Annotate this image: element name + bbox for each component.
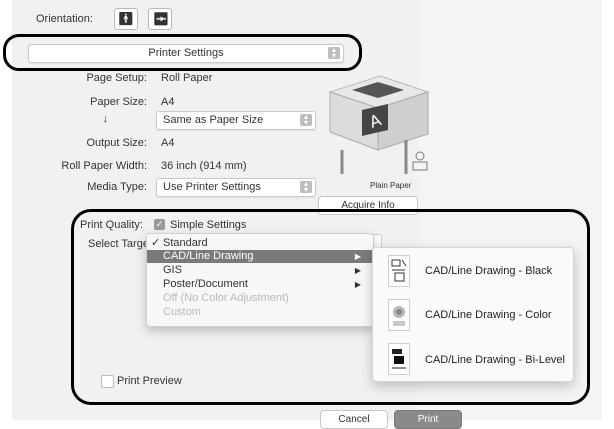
paper-size-value: A4: [161, 96, 175, 108]
media-type-popup[interactable]: Use Printer Settings ▴ ▾: [156, 178, 316, 197]
landscape-person-icon: 🚹︎: [152, 10, 168, 28]
chevron-updown-icon: ▴ ▾: [300, 113, 312, 127]
panel-select-callout: [3, 34, 362, 71]
landscape-orientation-button[interactable]: 🚹︎: [148, 8, 172, 30]
page-setup-label: Page Setup:: [86, 72, 147, 84]
down-arrow-icon: ↓: [102, 113, 109, 125]
media-preview-caption: Plain Paper: [370, 181, 412, 190]
printer-illustration-icon: A: [328, 75, 430, 174]
chevron-updown-icon: ▴ ▾: [300, 180, 312, 194]
output-size-mode-popup[interactable]: Same as Paper Size ▴ ▾: [156, 111, 316, 130]
output-size-label: Output Size:: [86, 137, 147, 149]
roll-paper-width-label: Roll Paper Width:: [61, 160, 147, 172]
roll-paper-width-value: 36 inch (914 mm): [161, 160, 247, 172]
page-setup-value: Roll Paper: [161, 72, 213, 84]
output-size-value: A4: [161, 137, 175, 149]
output-size-mode-value: Same as Paper Size: [163, 114, 264, 126]
media-type-label: Media Type:: [87, 181, 147, 193]
print-quality-callout: [71, 209, 590, 405]
paper-size-label: Paper Size:: [90, 96, 147, 108]
orientation-label: Orientation:: [36, 13, 93, 25]
media-type-value: Use Printer Settings: [163, 181, 261, 193]
portrait-orientation-button[interactable]: 🚹︎: [114, 8, 138, 30]
portrait-person-icon: 🚹︎: [117, 11, 135, 26]
